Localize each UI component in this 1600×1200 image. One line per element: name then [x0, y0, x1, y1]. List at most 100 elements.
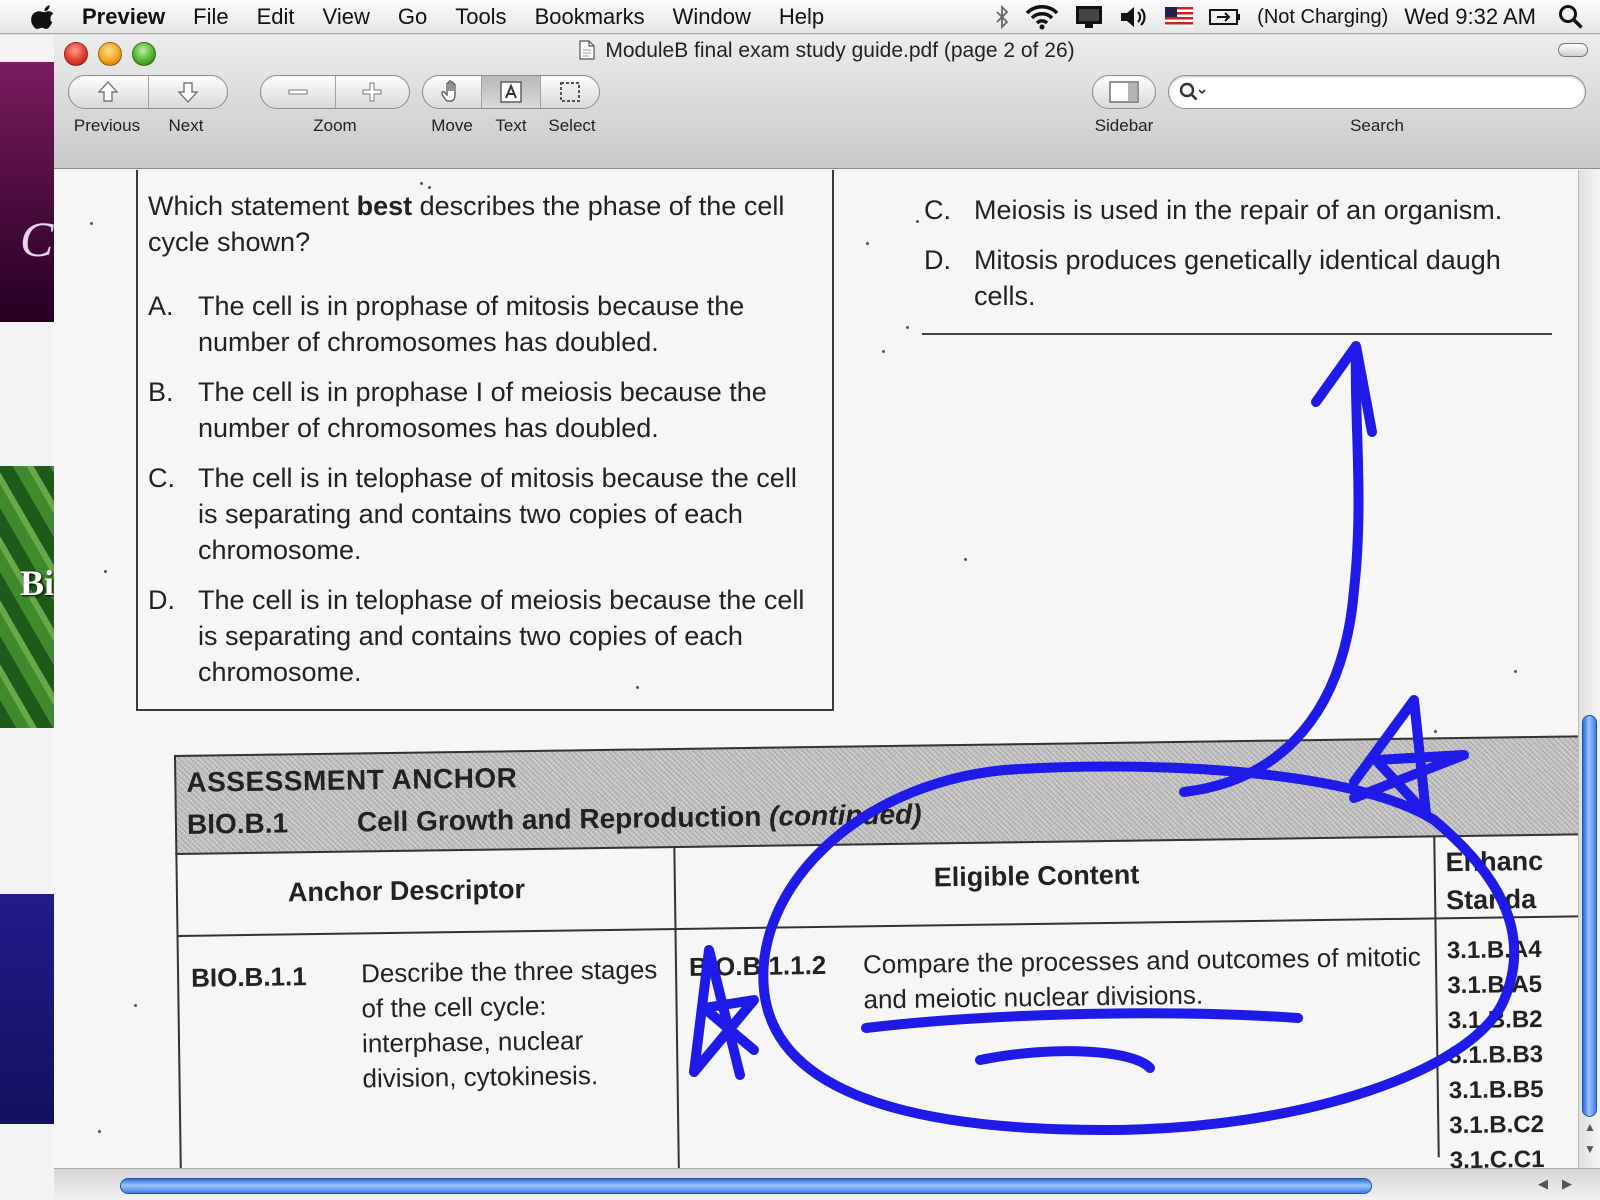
menu-edit[interactable]: Edit	[257, 4, 295, 30]
search-input[interactable]	[1211, 80, 1571, 104]
descriptor-text: Describe the three stages of the cell cy…	[360, 954, 658, 1094]
next-label: Next	[168, 116, 204, 135]
sidebar-label: Sidebar	[1094, 116, 1154, 135]
menu-clock[interactable]: Wed 9:32 AM	[1404, 4, 1536, 30]
column-divider	[1433, 835, 1440, 1158]
question-stem-pre: Which statement	[148, 191, 357, 221]
scroll-right-arrow-icon[interactable]: ▶	[1562, 1176, 1572, 1192]
col-header-descriptor: Anchor Descriptor	[287, 874, 526, 908]
standard-item: 3.1.B.B2	[1447, 1005, 1543, 1035]
menu-view[interactable]: View	[323, 4, 370, 30]
option-text: The cell is in prophase I of meiosis bec…	[198, 377, 767, 443]
vertical-scrollbar[interactable]: ▲ ▼	[1578, 170, 1600, 1168]
zoom-label: Zoom	[313, 116, 357, 135]
horizontal-scrollbar[interactable]: ◀ ▶	[54, 1168, 1600, 1200]
eligible-text: Compare the processes and outcomes of mi…	[862, 941, 1421, 1015]
option-text: The cell is in prophase of mitosis becau…	[198, 291, 745, 357]
option-text: The cell is in telophase of meiosis beca…	[198, 585, 805, 687]
scroll-up-arrow-icon[interactable]: ▲	[1584, 1120, 1596, 1134]
standard-item: 3.1.B.B3	[1448, 1040, 1544, 1070]
answer-option-b: B. The cell is in prophase I of meiosis …	[148, 374, 818, 446]
col-header-standards-1: Enhanc	[1445, 845, 1544, 878]
anchor-columns: Anchor Descriptor Eligible Content Enhan…	[175, 833, 1578, 1168]
option-letter: D.	[148, 585, 175, 615]
standard-item: 3.1.B.A4	[1446, 935, 1542, 965]
scroll-left-arrow-icon[interactable]: ◀	[1538, 1176, 1548, 1192]
anchor-name-text: Cell Growth and Reproduction	[356, 800, 762, 838]
menu-bar: Preview File Edit View Go Tools Bookmark…	[0, 0, 1600, 34]
option-text: The cell is in telophase of mitosis beca…	[198, 463, 797, 565]
zoom-in-button[interactable]	[336, 76, 410, 108]
bluetooth-icon[interactable]	[995, 5, 1009, 29]
battery-status-text[interactable]: (Not Charging)	[1257, 6, 1388, 29]
sidebar-button-face[interactable]	[1093, 76, 1155, 108]
window-title-text: ModuleB final exam study guide.pdf (page…	[605, 39, 1075, 62]
us-flag-icon[interactable]	[1165, 7, 1194, 27]
move-tool-button[interactable]	[423, 76, 482, 108]
anchor-code: BIO.B.1	[186, 807, 289, 840]
menu-app-name[interactable]: Preview	[82, 4, 165, 30]
pdf-page-view[interactable]: Which statement best describes the phase…	[54, 170, 1578, 1168]
menu-bookmarks[interactable]: Bookmarks	[535, 4, 645, 30]
previous-page-button[interactable]	[69, 76, 149, 108]
anchor-title: ASSESSMENT ANCHOR	[186, 762, 518, 798]
answer-option-c: C. The cell is in telophase of mitosis b…	[148, 460, 818, 568]
horizontal-scroll-thumb[interactable]	[120, 1178, 1372, 1194]
col-header-eligible: Eligible Content	[933, 859, 1140, 893]
minus-icon	[288, 89, 308, 95]
menu-help[interactable]: Help	[779, 4, 824, 30]
standard-item: 3.1.B.C2	[1449, 1110, 1545, 1140]
tool-mode-control	[422, 75, 600, 109]
page-nav-control	[68, 75, 228, 109]
window-title: ModuleB final exam study guide.pdf (page…	[54, 39, 1600, 63]
answer-option-d: D. The cell is in telophase of meiosis b…	[148, 582, 818, 690]
battery-plug-icon[interactable]	[1209, 7, 1241, 27]
apple-logo-icon[interactable]	[30, 4, 58, 30]
standard-item: 3.1.C.C1	[1449, 1145, 1545, 1168]
menu-go[interactable]: Go	[398, 4, 427, 30]
question-stem: Which statement best describes the phase…	[148, 188, 828, 260]
sidebar-button[interactable]	[1092, 75, 1156, 109]
question-box: Which statement best describes the phase…	[136, 170, 834, 711]
preview-window: ModuleB final exam study guide.pdf (page…	[54, 35, 1600, 1200]
desktop-blue-window	[0, 894, 54, 1124]
option-letter: B.	[148, 377, 174, 407]
previous-label: Previous	[73, 116, 141, 135]
answer-option-a: A. The cell is in prophase of mitosis be…	[148, 288, 818, 360]
menu-window[interactable]: Window	[673, 4, 751, 30]
display-mirror-icon[interactable]	[1075, 5, 1103, 29]
wifi-icon[interactable]	[1025, 4, 1059, 30]
next-page-button[interactable]	[149, 76, 228, 108]
question-stem-bold: best	[356, 191, 413, 221]
pdf-document-icon	[579, 40, 595, 60]
right-option-c: C. Meiosis is used in the repair of an o…	[924, 192, 1564, 228]
hand-icon	[441, 80, 456, 102]
text-tool-button[interactable]	[482, 76, 541, 108]
zoom-out-button[interactable]	[261, 76, 336, 108]
menu-file[interactable]: File	[193, 4, 228, 30]
search-field[interactable]	[1168, 75, 1586, 109]
eligible-code: BIO.B.1.1.2	[688, 949, 827, 982]
scroll-down-arrow-icon[interactable]: ▼	[1584, 1142, 1596, 1156]
desktop-purple-window: C	[0, 62, 54, 322]
select-tool-button[interactable]	[541, 76, 599, 108]
desktop-green-text: Bi	[20, 563, 55, 603]
volume-icon[interactable]	[1119, 5, 1149, 29]
vertical-scroll-thumb[interactable]	[1582, 715, 1597, 1117]
toolbar-toggle-button[interactable]	[1558, 43, 1588, 57]
marquee-select-icon	[560, 82, 580, 102]
sidebar-icon	[1109, 81, 1139, 103]
section-divider	[922, 333, 1552, 335]
title-bar: ModuleB final exam study guide.pdf (page…	[54, 35, 1600, 169]
desktop-purple-text: C	[20, 211, 54, 267]
menu-tools[interactable]: Tools	[455, 4, 506, 30]
descriptor-code: BIO.B.1.1	[190, 961, 307, 993]
ink-arrow-head	[1311, 341, 1377, 437]
option-letter: D.	[924, 245, 951, 275]
ink-arrow-shaft	[1179, 343, 1364, 797]
arrow-down-icon	[177, 82, 199, 104]
option-letter: A.	[148, 291, 174, 321]
spotlight-search-icon[interactable]	[1558, 4, 1584, 30]
text-a-icon	[500, 81, 522, 103]
search-icon	[1179, 82, 1206, 101]
